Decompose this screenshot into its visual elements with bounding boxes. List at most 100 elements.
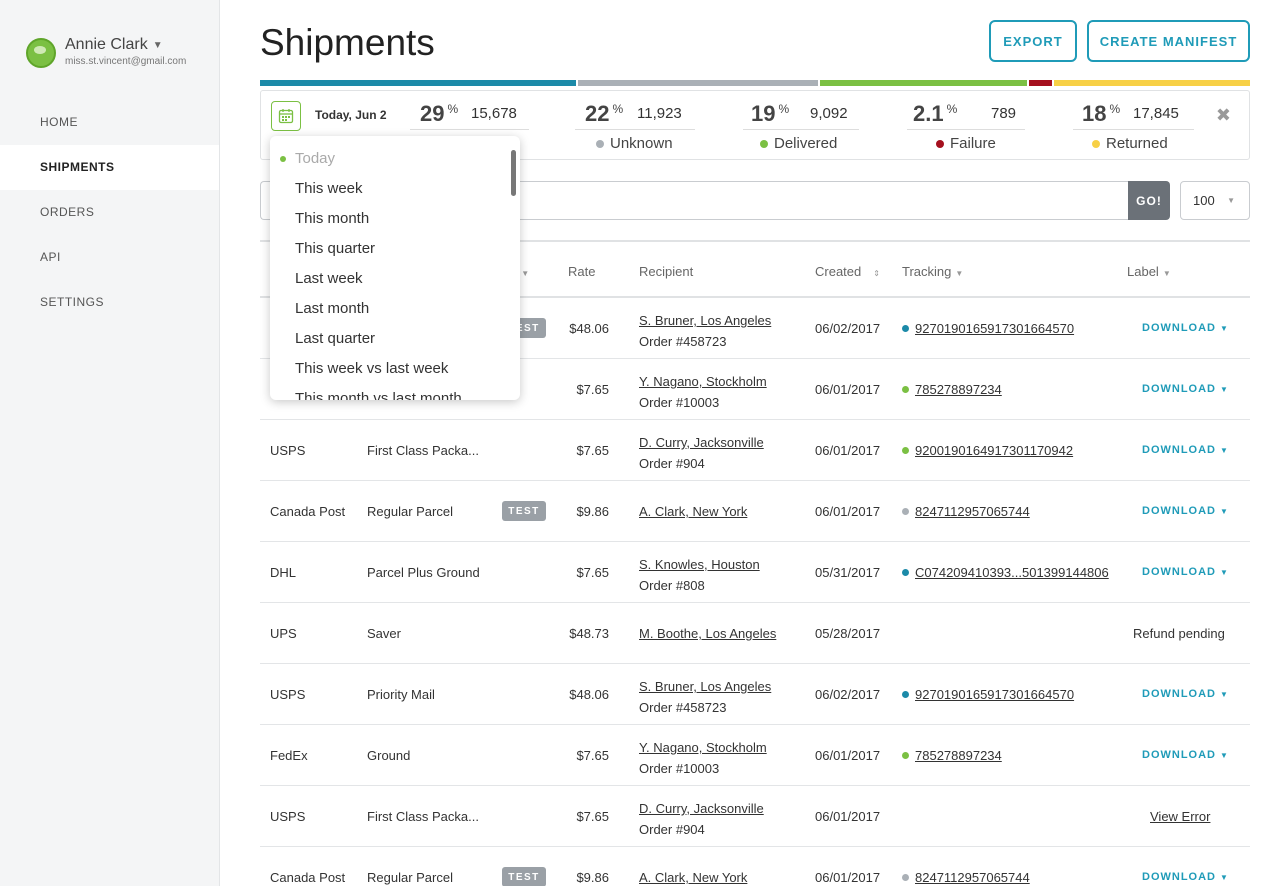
recipient-link[interactable]: A. Clark, New York (639, 870, 747, 885)
rate-cell: $48.06 (569, 687, 609, 702)
tracking-link[interactable]: 9200190164917301170942 (915, 443, 1073, 458)
user-email: miss.st.vincent@gmail.com (65, 56, 187, 67)
status-dot (902, 447, 909, 454)
sidebar: Annie Clark ▼ miss.st.vincent@gmail.com H… (0, 0, 220, 886)
created-cell: 06/01/2017 (815, 809, 881, 824)
view-error-link[interactable]: View Error (1150, 809, 1210, 824)
stat-total[interactable]: 29% (420, 101, 458, 127)
column-header-label[interactable]: Label ▼ (1127, 264, 1171, 279)
column-header-created[interactable]: Created ⇕ (815, 264, 880, 279)
order-number: Order #904 (639, 456, 705, 471)
dropdown-option[interactable]: Today (270, 144, 520, 174)
export-button[interactable]: EXPORT (989, 20, 1077, 62)
tracking-link[interactable]: 785278897234 (915, 748, 1002, 763)
tracking-link[interactable]: 8247112957065744 (915, 870, 1030, 885)
user-menu[interactable]: Annie Clark ▼ miss.st.vincent@gmail.com (26, 36, 186, 68)
tracking-cell: 9270190165917301664570 (902, 321, 1074, 336)
tracking-link[interactable]: 9270190165917301664570 (915, 321, 1074, 336)
created-cell: 05/28/2017 (815, 626, 881, 641)
dropdown-option[interactable]: Last week (270, 264, 520, 294)
per-page-select[interactable]: 100 ▼ (1180, 181, 1250, 220)
sort-icon: ⇕ (873, 269, 880, 278)
stat-percent: 22 (585, 101, 610, 126)
tracking-link[interactable]: C074209410393...501399144806 (915, 565, 1109, 580)
stat-count: 11,923 (637, 105, 682, 122)
download-button[interactable]: DOWNLOAD ▼ (1142, 322, 1229, 334)
status-dot (902, 508, 909, 515)
download-button[interactable]: DOWNLOAD ▼ (1142, 566, 1229, 578)
recipient-link[interactable]: M. Boothe, Los Angeles (639, 626, 776, 641)
column-header-recipient[interactable]: Recipient (639, 264, 693, 279)
label-status: Refund pending (1133, 626, 1225, 641)
table-row[interactable]: DHL Parcel Plus Ground $7.65 S. Knowles, Ho… (260, 542, 1250, 603)
recipient-link[interactable]: A. Clark, New York (639, 504, 747, 519)
scrollbar[interactable] (511, 150, 516, 196)
stat-divider (907, 129, 1025, 130)
tracking-link[interactable]: 8247112957065744 (915, 504, 1030, 519)
recipient-link[interactable]: D. Curry, Jacksonville (639, 798, 764, 819)
caret-down-icon: ▼ (1220, 324, 1229, 333)
caret-down-icon: ▼ (1220, 385, 1229, 394)
create-manifest-button[interactable]: CREATE MANIFEST (1087, 20, 1250, 62)
calendar-icon[interactable] (271, 101, 301, 131)
table-row[interactable]: USPS First Class Packa... $7.65 D. Curry, J… (260, 420, 1250, 481)
order-number: Order #904 (639, 822, 705, 837)
stat-count: 17,845 (1133, 105, 1179, 122)
dropdown-option[interactable]: This quarter (270, 234, 520, 264)
download-button[interactable]: DOWNLOAD ▼ (1142, 383, 1229, 395)
rate-cell: $7.65 (576, 443, 609, 458)
dropdown-option[interactable]: This week vs last week (270, 354, 520, 384)
download-button[interactable]: DOWNLOAD ▼ (1142, 444, 1229, 456)
table-row[interactable]: USPS First Class Packa... $7.65 D. Curry, J… (260, 786, 1250, 847)
caret-down-icon: ▼ (1227, 196, 1235, 205)
order-number: Order #808 (639, 578, 705, 593)
recipient-link[interactable]: Y. Nagano, Stockholm (639, 737, 767, 758)
table-row[interactable]: USPS Priority Mail $48.06 S. Bruner, Los An… (260, 664, 1250, 725)
stat-unknown[interactable]: 22% (585, 101, 623, 127)
download-button[interactable]: DOWNLOAD ▼ (1142, 871, 1229, 883)
sidebar-item-orders[interactable]: ORDERS (0, 190, 219, 235)
table-row[interactable]: Canada Post Regular Parcel TEST $9.86 A. Cla… (260, 481, 1250, 542)
status-dot (902, 325, 909, 332)
sidebar-item-api[interactable]: API (0, 235, 219, 280)
recipient-link[interactable]: D. Curry, Jacksonville (639, 432, 764, 453)
dropdown-option[interactable]: Last quarter (270, 324, 520, 354)
recipient-link[interactable]: Y. Nagano, Stockholm (639, 371, 767, 392)
download-button[interactable]: DOWNLOAD ▼ (1142, 505, 1229, 517)
dropdown-option[interactable]: This month (270, 204, 520, 234)
dropdown-option[interactable]: This week (270, 174, 520, 204)
table-row[interactable]: FedEx Ground $7.65 Y. Nagano, Stockholm Orde… (260, 725, 1250, 786)
date-range-dropdown[interactable]: Today This week This month This quarter Last… (270, 136, 520, 400)
recipient-link[interactable]: S. Bruner, Los Angeles (639, 676, 771, 697)
stat-delivered[interactable]: 19% (751, 101, 789, 127)
date-range-label[interactable]: Today, Jun 2 (315, 108, 387, 122)
stat-count: 789 (991, 105, 1017, 122)
sidebar-item-home[interactable]: HOME (0, 100, 219, 145)
caret-down-icon: ▼ (1220, 507, 1229, 516)
dropdown-option[interactable]: Last month (270, 294, 520, 324)
column-header-rate[interactable]: Rate (568, 264, 595, 279)
stat-percent: 29 (420, 101, 445, 126)
dropdown-option[interactable]: This month vs last month (270, 384, 520, 400)
sidebar-item-shipments[interactable]: SHIPMENTS (0, 145, 219, 190)
sidebar-item-settings[interactable]: SETTINGS (0, 280, 219, 325)
table-row[interactable]: Canada Post Regular Parcel TEST $9.86 A. Cla… (260, 847, 1250, 886)
stat-failure[interactable]: 2.1% (913, 101, 957, 127)
go-button[interactable]: GO! (1128, 181, 1170, 220)
stat-divider (575, 129, 695, 130)
service-cell: Parcel Plus Ground (367, 565, 480, 580)
close-icon[interactable]: ✖ (1216, 105, 1231, 126)
stat-returned[interactable]: 18% (1082, 101, 1120, 127)
service-cell: Regular Parcel (367, 870, 453, 885)
column-header-tracking[interactable]: Tracking ▼ (902, 264, 963, 279)
recipient-link[interactable]: S. Bruner, Los Angeles (639, 310, 771, 331)
download-button[interactable]: DOWNLOAD ▼ (1142, 749, 1229, 761)
stat-label-unknown: Unknown (596, 135, 673, 152)
download-button[interactable]: DOWNLOAD ▼ (1142, 688, 1229, 700)
recipient-link[interactable]: S. Knowles, Houston (639, 554, 760, 575)
status-bar-segment (819, 80, 1027, 86)
status-dot (760, 139, 768, 148)
tracking-link[interactable]: 9270190165917301664570 (915, 687, 1074, 702)
tracking-link[interactable]: 785278897234 (915, 382, 1002, 397)
table-row[interactable]: UPS Saver $48.73 M. Boothe, Los Angeles 05/2… (260, 603, 1250, 664)
